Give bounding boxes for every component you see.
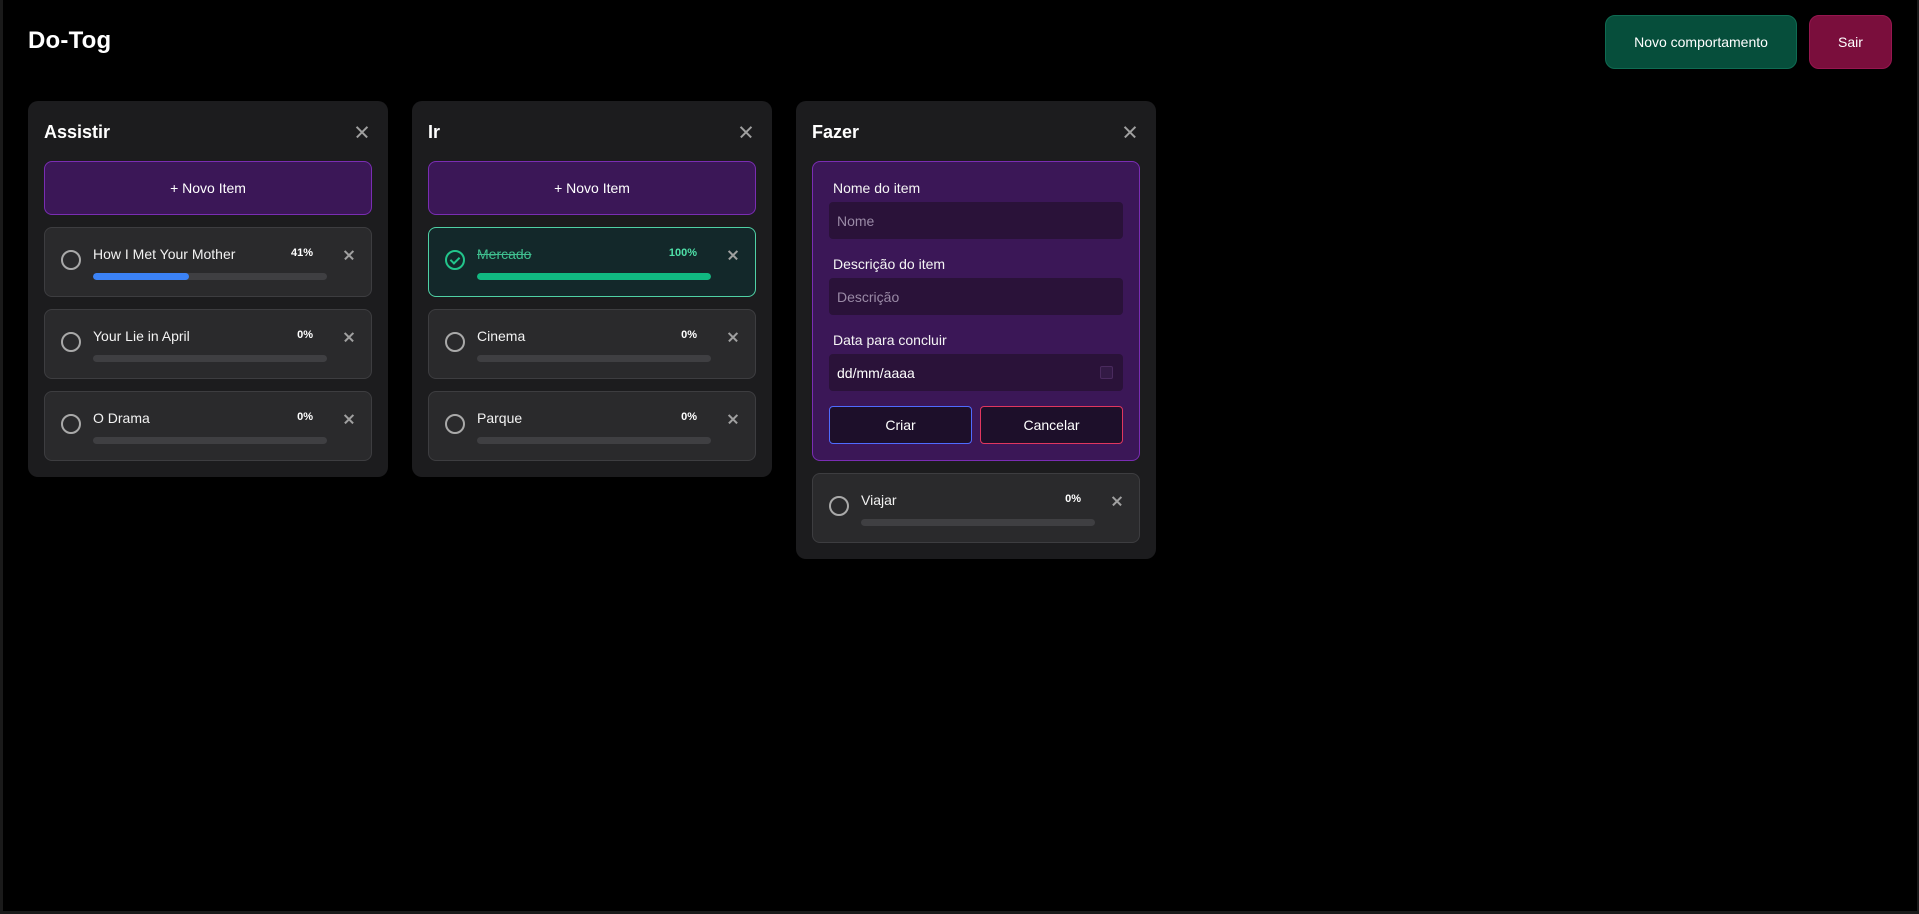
progress-bar [93,273,327,280]
close-column-icon[interactable] [352,122,372,142]
list-item: Mercado 100% [428,227,756,297]
close-column-icon[interactable] [736,122,756,142]
item-description-input[interactable] [829,278,1123,315]
item-name: Viajar [861,492,897,508]
delete-item-icon[interactable] [725,247,741,263]
item-progress-percent: 0% [681,329,697,341]
completed-check-icon[interactable] [445,250,465,270]
delete-item-icon[interactable] [341,411,357,427]
list-item: O Drama 0% [44,391,372,461]
delete-item-icon[interactable] [1109,493,1125,509]
column-fazer: Fazer Nome do item Descrição do item Dat… [796,101,1156,559]
progress-bar [477,355,711,362]
name-field-label: Nome do item [833,180,921,196]
delete-item-icon[interactable] [725,411,741,427]
column-ir: Ir + Novo Item Mercado 100% Cinema 0% Pa… [412,101,772,477]
item-name: How I Met Your Mother [93,246,236,262]
item-progress-percent: 0% [1065,493,1081,505]
item-progress-percent: 0% [297,329,313,341]
item-progress-percent: 0% [681,411,697,423]
item-progress-percent: 41% [290,247,313,259]
new-behavior-button[interactable]: Novo comportamento [1605,15,1797,69]
list-item: Viajar 0% [812,473,1140,543]
column-assistir: Assistir + Novo Item How I Met Your Moth… [28,101,388,477]
complete-toggle-icon[interactable] [445,414,465,434]
item-name: Mercado [477,246,532,262]
create-button[interactable]: Criar [829,406,972,444]
column-title: Ir [428,121,441,142]
progress-bar [93,437,327,444]
progress-bar [477,273,711,280]
complete-toggle-icon[interactable] [61,332,81,352]
column-header: Ir [428,117,756,147]
delete-item-icon[interactable] [725,329,741,345]
item-name: O Drama [93,410,150,426]
item-progress-percent: 100% [668,247,697,259]
delete-item-icon[interactable] [341,247,357,263]
list-item: Parque 0% [428,391,756,461]
progress-bar [861,519,1095,526]
column-header: Fazer [812,117,1140,147]
progress-bar [477,437,711,444]
complete-toggle-icon[interactable] [61,250,81,270]
delete-item-icon[interactable] [341,329,357,345]
item-name: Cinema [477,328,526,344]
due-date-input[interactable]: dd/mm/aaaa [829,354,1123,391]
item-name: Parque [477,410,523,426]
complete-toggle-icon[interactable] [445,332,465,352]
item-progress-percent: 0% [297,411,313,423]
app-title: Do-Tog [28,27,112,54]
cancel-button[interactable]: Cancelar [980,406,1123,444]
close-column-icon[interactable] [1120,122,1140,142]
list-item: How I Met Your Mother 41% [44,227,372,297]
column-title: Assistir [44,121,111,142]
column-title: Fazer [812,121,860,142]
add-item-button[interactable]: + Novo Item [428,161,756,215]
form-actions: Criar Cancelar [829,406,1123,444]
item-name: Your Lie in April [93,328,190,344]
progress-bar-fill [477,273,711,280]
column-header: Assistir [44,117,372,147]
calendar-icon[interactable] [1100,366,1113,379]
progress-bar [93,355,327,362]
add-item-button[interactable]: + Novo Item [44,161,372,215]
item-name-input[interactable] [829,202,1123,239]
date-field-label: Data para concluir [833,332,947,348]
list-item: Cinema 0% [428,309,756,379]
logout-button[interactable]: Sair [1809,15,1892,69]
date-field: dd/mm/aaaa [829,354,1123,391]
list-item: Your Lie in April 0% [44,309,372,379]
complete-toggle-icon[interactable] [61,414,81,434]
progress-bar-fill [93,273,189,280]
complete-toggle-icon[interactable] [829,496,849,516]
new-item-form: Nome do item Descrição do item Data para… [812,161,1140,461]
description-field-label: Descrição do item [833,256,946,272]
